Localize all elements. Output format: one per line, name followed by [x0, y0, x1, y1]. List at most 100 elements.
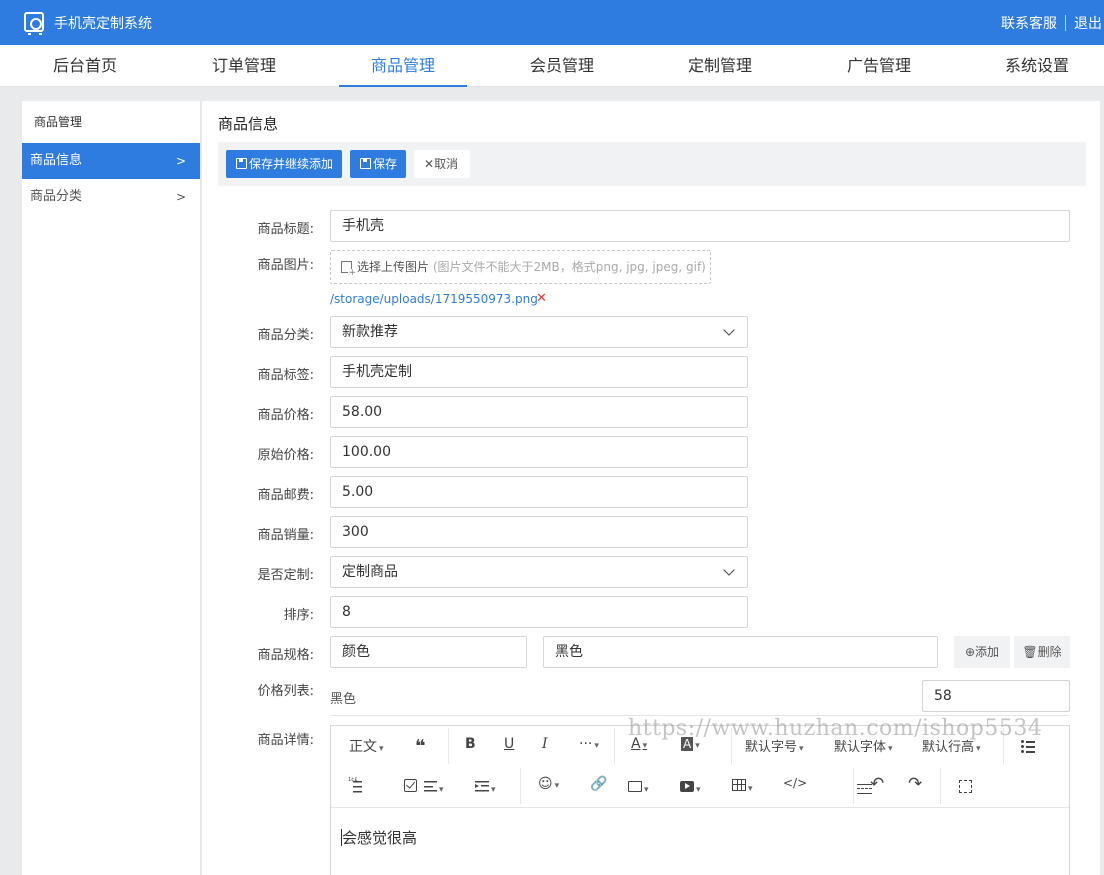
spec-add-label: 添加 — [975, 645, 1000, 659]
image-upload-icon — [341, 261, 356, 278]
bullet-list-icon[interactable] — [1021, 740, 1035, 753]
font-size-dropdown[interactable]: 默认字号 ▾ — [745, 736, 804, 755]
chevron-right-icon: > — [175, 190, 186, 204]
save-label: 保存 — [373, 157, 398, 171]
tags-input[interactable]: 手机壳定制 — [330, 356, 748, 388]
title-input[interactable]: 手机壳 — [330, 210, 1070, 242]
code-icon[interactable]: </> — [783, 776, 807, 790]
cancel-label: 取消 — [434, 157, 459, 171]
app-title: 手机壳定制系统 — [54, 16, 152, 32]
image-icon — [628, 781, 642, 792]
form-toolbar: 保存并继续添加 保存 ✕取消 — [218, 142, 1086, 186]
close-icon: ✕ — [424, 157, 435, 171]
customizable-select[interactable]: 定制商品 — [330, 556, 748, 588]
background-color-icon[interactable]: A ▾ — [681, 736, 700, 752]
nav-customization[interactable]: 定制管理 — [656, 45, 784, 87]
link-icon[interactable]: 🔗 — [590, 776, 607, 792]
logout-link[interactable]: 退出 — [1074, 13, 1102, 33]
sidebar-item-product-category[interactable]: 商品分类 > — [22, 179, 200, 215]
image-upload-area[interactable]: 选择上传图片 (图片文件不能大于2MB，格式png, jpg, jpeg, gi… — [330, 250, 711, 284]
upload-hint: (图片文件不能大于2MB，格式png, jpg, jpeg, gif) — [432, 260, 706, 274]
editor-divider — [331, 807, 1069, 808]
table-icon — [732, 779, 746, 791]
toolbar-divider — [520, 768, 521, 804]
align-dropdown[interactable]: ▾ — [424, 780, 444, 796]
uploaded-file-link[interactable]: /storage/uploads/1719550973.png — [330, 292, 538, 306]
font-color-icon[interactable]: A ▾ — [631, 736, 647, 752]
spec-name-input[interactable]: 颜色 — [330, 636, 527, 668]
side-menu: 商品管理 商品信息 > 商品分类 > — [22, 101, 201, 875]
font-family-label: 默认字体 — [834, 740, 887, 755]
italic-icon[interactable]: I — [542, 736, 548, 752]
sort-input[interactable]: 8 — [330, 596, 748, 628]
more-icon[interactable]: ··· ▾ — [579, 736, 599, 752]
price-list-value-input[interactable]: 58 — [922, 680, 1070, 712]
nav-members[interactable]: 会员管理 — [498, 45, 626, 87]
toolbar-divider — [853, 768, 854, 804]
underline-icon[interactable]: U — [504, 736, 514, 752]
chevron-right-icon: > — [175, 154, 186, 168]
font-size-label: 默认字号 — [745, 740, 798, 755]
font-family-dropdown[interactable]: 默认字体 ▾ — [834, 736, 893, 755]
spec-value-input[interactable]: 黑色 — [543, 636, 938, 668]
main-nav: 后台首页 订单管理 商品管理 会员管理 定制管理 广告管理 系统设置 — [0, 45, 1104, 87]
align-icon — [424, 781, 437, 792]
original-price-input[interactable]: 100.00 — [330, 436, 748, 468]
chevron-down-icon — [723, 324, 735, 336]
save-button[interactable]: 保存 — [350, 150, 406, 178]
bold-icon[interactable]: B — [465, 736, 476, 752]
nav-orders[interactable]: 订单管理 — [180, 45, 308, 87]
undo-icon[interactable]: ↶ — [870, 774, 884, 794]
category-label: 商品分类: — [257, 328, 314, 343]
sidebar-item-product-info[interactable]: 商品信息 > — [22, 143, 200, 179]
indent-dropdown[interactable]: ▾ — [475, 780, 496, 796]
checklist-icon[interactable] — [404, 779, 418, 792]
sidebar-item-label: 商品信息 — [30, 153, 83, 168]
emoji-icon: ☺ — [538, 776, 553, 792]
video-dropdown[interactable]: ▾ — [680, 780, 701, 796]
spec-delete-button[interactable]: 🗑删除 — [1014, 636, 1070, 668]
price-list-item-name: 黑色 — [330, 692, 357, 707]
nav-settings[interactable]: 系统设置 — [973, 45, 1101, 87]
table-dropdown[interactable]: ▾ — [732, 779, 753, 795]
logo-icon — [24, 12, 44, 35]
quote-icon[interactable]: ❝ — [415, 738, 426, 756]
rich-text-editor: 正文 ▾ ❝ B U I ··· ▾ A ▾ A ▾ 默认字号 ▾ 默认字体 ▾ 默认行高 ▾… — [330, 725, 1070, 875]
fullscreen-icon[interactable] — [959, 780, 972, 793]
spec-add-button[interactable]: ⊕添加 — [954, 636, 1010, 668]
tags-label: 商品标签: — [257, 368, 314, 383]
redo-icon[interactable]: ↷ — [908, 774, 922, 794]
price-input[interactable]: 58.00 — [330, 396, 748, 428]
save-and-continue-button[interactable]: 保存并继续添加 — [226, 150, 342, 178]
price-list-divider — [330, 715, 1070, 716]
indent-icon — [475, 781, 489, 792]
editor-toolbar-row-2: ▾ ▾ ☺▾ 🔗 ▾ ▾ ▾ </> ↶ ↷ — [331, 766, 1069, 806]
emoji-dropdown[interactable]: ☺ ▾ — [538, 776, 559, 792]
numbered-list-icon[interactable] — [348, 778, 362, 793]
remove-file-icon[interactable]: ✕ — [536, 291, 547, 306]
editor-content[interactable]: 会感觉很高 — [341, 827, 417, 848]
nav-products[interactable]: 商品管理 — [339, 45, 467, 87]
toolbar-divider — [731, 728, 732, 764]
line-height-dropdown[interactable]: 默认行高 ▾ — [922, 736, 981, 755]
nav-home[interactable]: 后台首页 — [21, 45, 149, 87]
customer-service-link[interactable]: 联系客服 — [1001, 13, 1057, 33]
customizable-value: 定制商品 — [342, 564, 398, 580]
trash-icon: 🗑 — [1022, 645, 1038, 659]
line-height-label: 默认行高 — [922, 740, 975, 755]
category-select[interactable]: 新款推荐 — [330, 316, 748, 348]
nav-ads[interactable]: 广告管理 — [815, 45, 943, 87]
original-price-label: 原始价格: — [257, 448, 314, 463]
shipping-input[interactable]: 5.00 — [330, 476, 748, 508]
save-icon — [360, 158, 371, 169]
paragraph-dropdown[interactable]: 正文 ▾ — [349, 736, 384, 756]
top-right-links: 联系客服 退出 — [1001, 13, 1104, 33]
cancel-button[interactable]: ✕取消 — [414, 150, 470, 178]
image-dropdown[interactable]: ▾ — [628, 780, 649, 796]
sort-label: 排序: — [283, 608, 314, 623]
sales-input[interactable]: 300 — [330, 516, 748, 548]
sales-label: 商品销量: — [257, 528, 314, 543]
save-icon — [236, 158, 247, 169]
main-panel: 商品信息 保存并继续添加 保存 ✕取消 商品标题: 手机壳 商品图片: 选择上传… — [202, 101, 1100, 875]
side-menu-title: 商品管理 — [34, 115, 83, 129]
